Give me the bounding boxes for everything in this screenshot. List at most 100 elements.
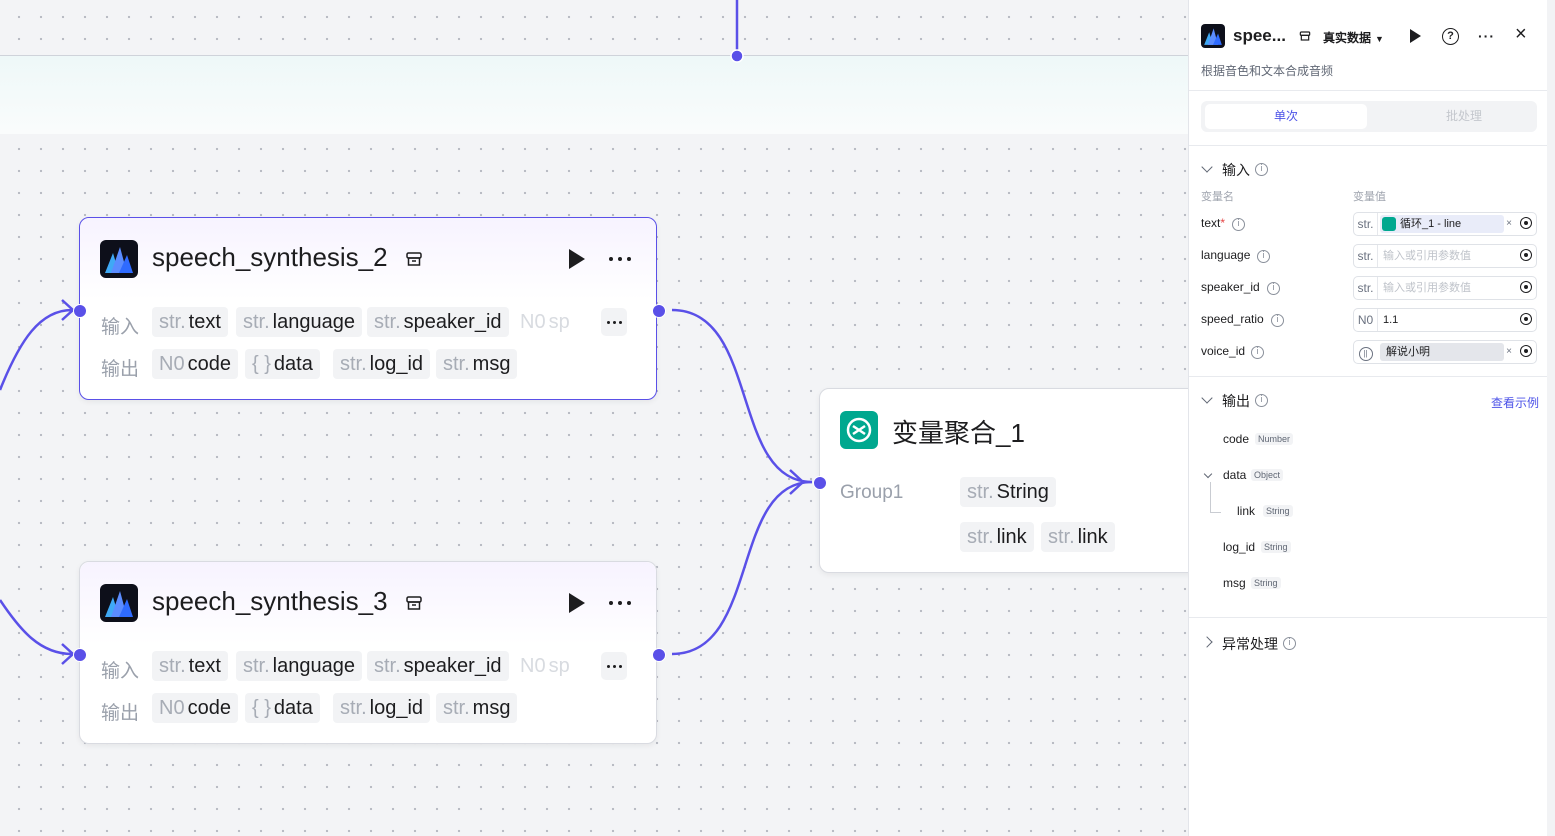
aggregated-var-chip: str. link	[960, 522, 1034, 552]
output-type-badge: Number	[1255, 433, 1294, 445]
var-label-text: text*	[1201, 216, 1226, 230]
run-test-icon[interactable]	[1410, 29, 1421, 43]
more-inputs-button[interactable]	[601, 652, 627, 680]
panel-description: 根据音色和文本合成音频	[1201, 64, 1334, 78]
output-chip-msg: str. msg	[436, 349, 518, 379]
caret-down-icon: ▼	[1375, 34, 1384, 44]
tab-batch[interactable]: 批处理	[1383, 104, 1545, 129]
voice-tag[interactable]: 解说小明	[1380, 343, 1504, 361]
output-type-badge: Object	[1251, 469, 1284, 481]
input-chip-speaker-id: str. speaker_id	[367, 307, 509, 337]
reference-target-icon[interactable]	[1520, 345, 1532, 357]
reference-tag[interactable]: 循环_1 - line	[1380, 215, 1504, 233]
node-speech-synthesis-3[interactable]: speech_synthesis_3 输入 str. text str. langu…	[79, 561, 657, 744]
output-chip-log-id: str. log_id	[333, 693, 431, 723]
language-value-field[interactable]: str. 输入或引用参数值	[1353, 244, 1537, 268]
node-title: speech_synthesis_3	[152, 586, 388, 616]
speech-synthesis-logo-icon	[100, 584, 138, 622]
reference-label: 循环_1 - line	[1400, 218, 1462, 230]
input-chip-speed: N0 sp	[520, 655, 570, 677]
more-inputs-button[interactable]	[601, 308, 627, 336]
var-label-language: language	[1201, 248, 1251, 262]
output-type-badge: String	[1263, 505, 1293, 517]
tab-single[interactable]: 单次	[1205, 104, 1367, 129]
data-mode-dropdown[interactable]: 真实数据 ▼	[1323, 29, 1384, 46]
type-badge: str.	[1354, 245, 1378, 267]
speech-synthesis-logo-icon	[100, 240, 138, 278]
tree-connector	[1210, 482, 1221, 513]
clear-icon[interactable]: ×	[1506, 213, 1512, 235]
node2-output-port[interactable]	[652, 304, 666, 318]
var-label-speed-ratio: speed_ratio	[1201, 312, 1264, 326]
type-badge: N0	[1354, 309, 1378, 331]
output-section-title: 输出	[1222, 393, 1250, 409]
reference-target-icon[interactable]	[1520, 217, 1532, 229]
aggregator-input-port[interactable]	[813, 476, 827, 490]
input-chip-text: str. text	[152, 651, 228, 681]
reference-target-icon[interactable]	[1520, 313, 1532, 325]
output-row-label: 输出	[101, 359, 140, 380]
output-chip-data: { } data	[245, 349, 320, 379]
reference-target-icon[interactable]	[1520, 281, 1532, 293]
speaker-id-value-field[interactable]: str. 输入或引用参数值	[1353, 276, 1537, 300]
info-icon: i	[1257, 250, 1270, 263]
help-icon[interactable]: ?	[1442, 28, 1459, 45]
info-icon: i	[1232, 218, 1245, 231]
edge-in-node-2	[0, 308, 73, 391]
speech-synthesis-logo-icon	[1201, 24, 1225, 48]
info-icon: i	[1255, 163, 1268, 176]
input-chip-speed: N0 sp	[520, 311, 570, 333]
input-chip-language: str. language	[236, 651, 362, 681]
chevron-down-icon[interactable]	[1201, 161, 1213, 173]
output-chip-log-id: str. log_id	[333, 349, 431, 379]
node3-input-port[interactable]	[73, 648, 87, 662]
node3-output-port[interactable]	[652, 648, 666, 662]
var-label-voice-id: voice_id	[1201, 344, 1246, 358]
speed-ratio-value-field[interactable]: N0 1.1	[1353, 308, 1537, 332]
input-chip-language: str. language	[236, 307, 362, 337]
text-value-field[interactable]: str. 循环_1 - line ×	[1353, 212, 1537, 236]
loop-reference-icon	[1382, 217, 1396, 231]
info-icon: i	[1271, 314, 1284, 327]
chevron-right-icon[interactable]	[1201, 636, 1213, 648]
speaker-id-placeholder: 输入或引用参数值	[1383, 282, 1471, 294]
run-node-icon[interactable]	[569, 593, 585, 613]
info-icon: i	[1267, 282, 1280, 295]
node-speech-synthesis-2[interactable]: speech_synthesis_2 输入 str. text str. langu…	[79, 217, 657, 400]
output-name: msg	[1223, 576, 1246, 590]
output-name: data	[1223, 468, 1247, 482]
more-options-icon[interactable]	[607, 594, 635, 610]
aggregator-logo-icon	[840, 411, 878, 449]
node-variable-aggregator[interactable]: 变量聚合_1 Group1 str. String str. link str. li…	[819, 388, 1188, 573]
output-row-label: 输出	[101, 703, 140, 724]
type-badge: str.	[1354, 277, 1378, 299]
more-options-icon[interactable]	[607, 250, 635, 266]
view-example-link[interactable]: 查看示例	[1491, 394, 1539, 411]
output-type-badge: String	[1251, 577, 1281, 589]
voice-id-value-field[interactable]: || 解说小明 ×	[1353, 340, 1537, 364]
output-chip-code: N0 code	[152, 349, 238, 379]
node-test-panel: spee... 真实数据 ▼ ? ··· × 根据音色和文本合成音频 单次 批处理…	[1188, 0, 1548, 836]
node2-input-port[interactable]	[73, 304, 87, 318]
language-placeholder: 输入或引用参数值	[1383, 250, 1471, 262]
clear-icon[interactable]: ×	[1506, 341, 1512, 363]
output-name: code	[1223, 432, 1250, 446]
reference-target-icon[interactable]	[1520, 249, 1532, 261]
input-row-label: 输入	[101, 317, 140, 338]
more-options-icon[interactable]: ···	[1478, 28, 1495, 44]
chevron-down-icon[interactable]	[1201, 392, 1213, 404]
col-header-value: 变量值	[1353, 191, 1386, 203]
close-icon[interactable]: ×	[1515, 24, 1527, 44]
store-icon	[406, 252, 422, 266]
panel-scroll-gutter	[1547, 0, 1555, 836]
group-type-chip: str. String	[960, 477, 1056, 507]
data-mode-label: 真实数据	[1323, 31, 1372, 45]
store-icon	[406, 596, 422, 610]
workflow-canvas[interactable]: speech_synthesis_2 输入 str. text str. langu…	[0, 0, 1188, 836]
error-section-title: 异常处理	[1222, 636, 1278, 652]
chevron-down-icon[interactable]	[1203, 469, 1213, 479]
var-label-speaker-id: speaker_id	[1201, 280, 1260, 294]
run-node-icon[interactable]	[569, 249, 585, 269]
loop-node-body[interactable]	[0, 55, 1188, 134]
info-icon: i	[1251, 346, 1264, 359]
